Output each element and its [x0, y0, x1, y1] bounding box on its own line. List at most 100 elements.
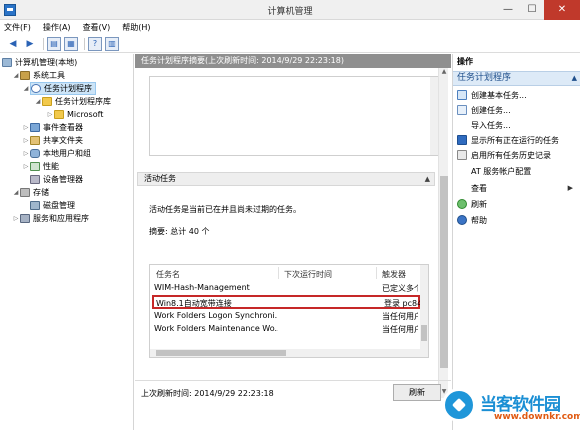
toolbar: ◀ ▶ ▤ ▦ ? ▥	[0, 35, 580, 53]
title-bar: 计算机管理 — ☐ ✕	[0, 0, 580, 20]
up-folder-icon[interactable]: ▤	[47, 36, 61, 51]
minimize-button[interactable]: —	[496, 0, 520, 20]
tree-item-shared-folders[interactable]: ▷ 共享文件夹	[22, 134, 83, 146]
collapse-icon[interactable]: ▲	[425, 173, 430, 185]
tree-item-device-manager[interactable]: 设备管理器	[30, 173, 83, 185]
refresh-icon	[457, 199, 467, 209]
action-create-task[interactable]: 创建任务...	[457, 104, 579, 116]
watermark: 当客软件园 www.downkr.com	[438, 386, 580, 430]
tree-item-computer-management[interactable]: 计算机管理(本地)	[2, 56, 77, 68]
expand-arrow-icon[interactable]: ▷	[12, 215, 20, 222]
tree-item-microsoft[interactable]: ▷ Microsoft	[46, 108, 103, 120]
collapse-arrow-icon[interactable]: ◢	[12, 72, 20, 79]
event-viewer-icon	[30, 122, 40, 132]
menu-view[interactable]: 查看(V)	[83, 22, 111, 33]
column-trigger[interactable]: 触发器	[382, 269, 406, 280]
tree-item-event-viewer[interactable]: ▷ 事件查看器	[22, 121, 83, 133]
active-tasks-table: 任务名 下次运行时间 触发器 WIM-Hash-Management 已定义多个…	[149, 264, 429, 358]
action-help[interactable]: 帮助	[457, 214, 579, 226]
performance-icon	[30, 161, 40, 171]
running-tasks-icon	[457, 135, 467, 145]
action-at-service-config[interactable]: AT 服务帐户配置	[457, 165, 579, 177]
expand-arrow-icon[interactable]: ▷	[46, 111, 54, 118]
scroll-thumb[interactable]	[440, 176, 448, 368]
expand-arrow-icon[interactable]: ▷	[22, 137, 30, 144]
collapse-arrow-icon[interactable]: ◢	[34, 98, 42, 105]
table-row[interactable]: Work Folders Logon Synchroni... 当任何用户	[154, 311, 418, 323]
shared-folder-icon	[30, 135, 40, 145]
action-view[interactable]: 查看 ▶	[457, 182, 579, 194]
tree-item-services-apps[interactable]: ▷ 服务和应用程序	[12, 212, 89, 224]
actions-section-task-scheduler[interactable]: 任务计划程序 ▲	[453, 71, 580, 86]
expand-arrow-icon[interactable]: ▷	[22, 163, 30, 170]
column-task-name[interactable]: 任务名	[156, 269, 180, 280]
center-pane: 任务计划程序摘要(上次刷新时间: 2014/9/29 22:23:18) 活动任…	[135, 54, 451, 430]
tree-item-disk-management[interactable]: 磁盘管理	[30, 199, 75, 211]
wizard-icon	[457, 90, 467, 100]
action-show-running-tasks[interactable]: 显示所有正在运行的任务	[457, 134, 579, 146]
expand-arrow-icon[interactable]: ▷	[22, 124, 30, 131]
services-icon	[20, 213, 30, 223]
close-button[interactable]: ✕	[544, 0, 580, 20]
properties-icon[interactable]: ▥	[105, 36, 119, 51]
actions-pane: 操作 任务计划程序 ▲ 创建基本任务... 创建任务... 导入任务... 显示…	[452, 54, 580, 430]
new-task-icon	[457, 105, 467, 115]
users-icon	[30, 148, 40, 158]
folder-icon	[54, 109, 64, 119]
brand-logo-icon	[442, 388, 476, 422]
action-import-task[interactable]: 导入任务...	[457, 119, 579, 131]
active-tasks-description: 活动任务是当前已在并且尚未过期的任务。	[149, 205, 301, 214]
center-scrollbar[interactable]: ▲ ▼	[438, 68, 448, 398]
maximize-button[interactable]: ☐	[520, 0, 544, 20]
summary-scrollbar[interactable]	[430, 77, 438, 155]
table-horizontal-scrollbar[interactable]	[150, 349, 422, 357]
help-icon	[457, 215, 467, 225]
menu-file[interactable]: 文件(F)	[4, 22, 31, 33]
clock-icon	[31, 83, 41, 93]
table-row-highlighted[interactable]: Win8.1自动宽带连接 登录 pc84	[152, 295, 420, 309]
table-vertical-scrollbar[interactable]	[420, 265, 428, 357]
summary-header: 任务计划程序摘要(上次刷新时间: 2014/9/29 22:23:18)	[135, 54, 451, 68]
tree-item-performance[interactable]: ▷ 性能	[22, 160, 59, 172]
scroll-up-icon[interactable]: ▲	[439, 68, 449, 78]
back-arrow-icon[interactable]: ◀	[6, 37, 20, 51]
column-next-run[interactable]: 下次运行时间	[284, 269, 332, 280]
console-tree: 计算机管理(本地) ◢ 系统工具 ◢ 任务计划程序 ◢ 任务计划程序库 ▷ Mi…	[0, 54, 134, 430]
submenu-arrow-icon: ▶	[567, 184, 573, 192]
disk-icon	[30, 200, 40, 210]
collapse-icon[interactable]: ▲	[572, 72, 577, 85]
window-title: 计算机管理	[267, 7, 313, 17]
menu-action[interactable]: 操作(A)	[43, 22, 71, 33]
tools-icon	[20, 70, 30, 80]
last-refresh-time: 上次刷新时间: 2014/9/29 22:23:18	[141, 389, 274, 398]
actions-title: 操作	[457, 57, 473, 66]
watermark-url: www.downkr.com	[494, 412, 580, 422]
tree-item-system-tools[interactable]: ◢ 系统工具	[12, 69, 65, 81]
summary-panel	[149, 76, 439, 156]
tree-item-local-users[interactable]: ▷ 本地用户和组	[22, 147, 91, 159]
active-tasks-header[interactable]: 活动任务 ▲	[137, 172, 435, 186]
status-bar: 上次刷新时间: 2014/9/29 22:23:18 刷新	[135, 380, 451, 404]
expand-arrow-icon[interactable]: ▷	[22, 150, 30, 157]
refresh-button[interactable]: 刷新	[393, 384, 441, 401]
action-enable-history[interactable]: 启用所有任务历史记录	[457, 149, 579, 161]
help-icon[interactable]: ?	[88, 36, 102, 51]
active-tasks-count: 摘要: 总计 40 个	[149, 227, 210, 236]
table-row[interactable]: Work Folders Maintenance Wo... 当任何用户	[154, 324, 418, 336]
tree-item-task-scheduler[interactable]: ◢ 任务计划程序	[22, 81, 96, 95]
collapse-arrow-icon[interactable]: ◢	[22, 85, 30, 92]
tree-item-storage[interactable]: ◢ 存储	[12, 186, 49, 198]
action-refresh[interactable]: 刷新	[457, 198, 579, 210]
menu-help[interactable]: 帮助(H)	[122, 22, 150, 33]
forward-arrow-icon[interactable]: ▶	[23, 37, 37, 51]
collapse-arrow-icon[interactable]: ◢	[12, 189, 20, 196]
history-icon	[457, 150, 467, 160]
computer-icon	[2, 57, 12, 67]
action-create-basic-task[interactable]: 创建基本任务...	[457, 89, 579, 101]
storage-icon	[20, 187, 30, 197]
show-hide-tree-icon[interactable]: ▦	[64, 36, 78, 51]
folder-icon	[42, 96, 52, 106]
tree-item-task-scheduler-library[interactable]: ◢ 任务计划程序库	[34, 95, 111, 107]
table-row[interactable]: WIM-Hash-Management 已定义多个	[154, 283, 418, 295]
menu-bar: 文件(F) 操作(A) 查看(V) 帮助(H)	[0, 20, 580, 35]
